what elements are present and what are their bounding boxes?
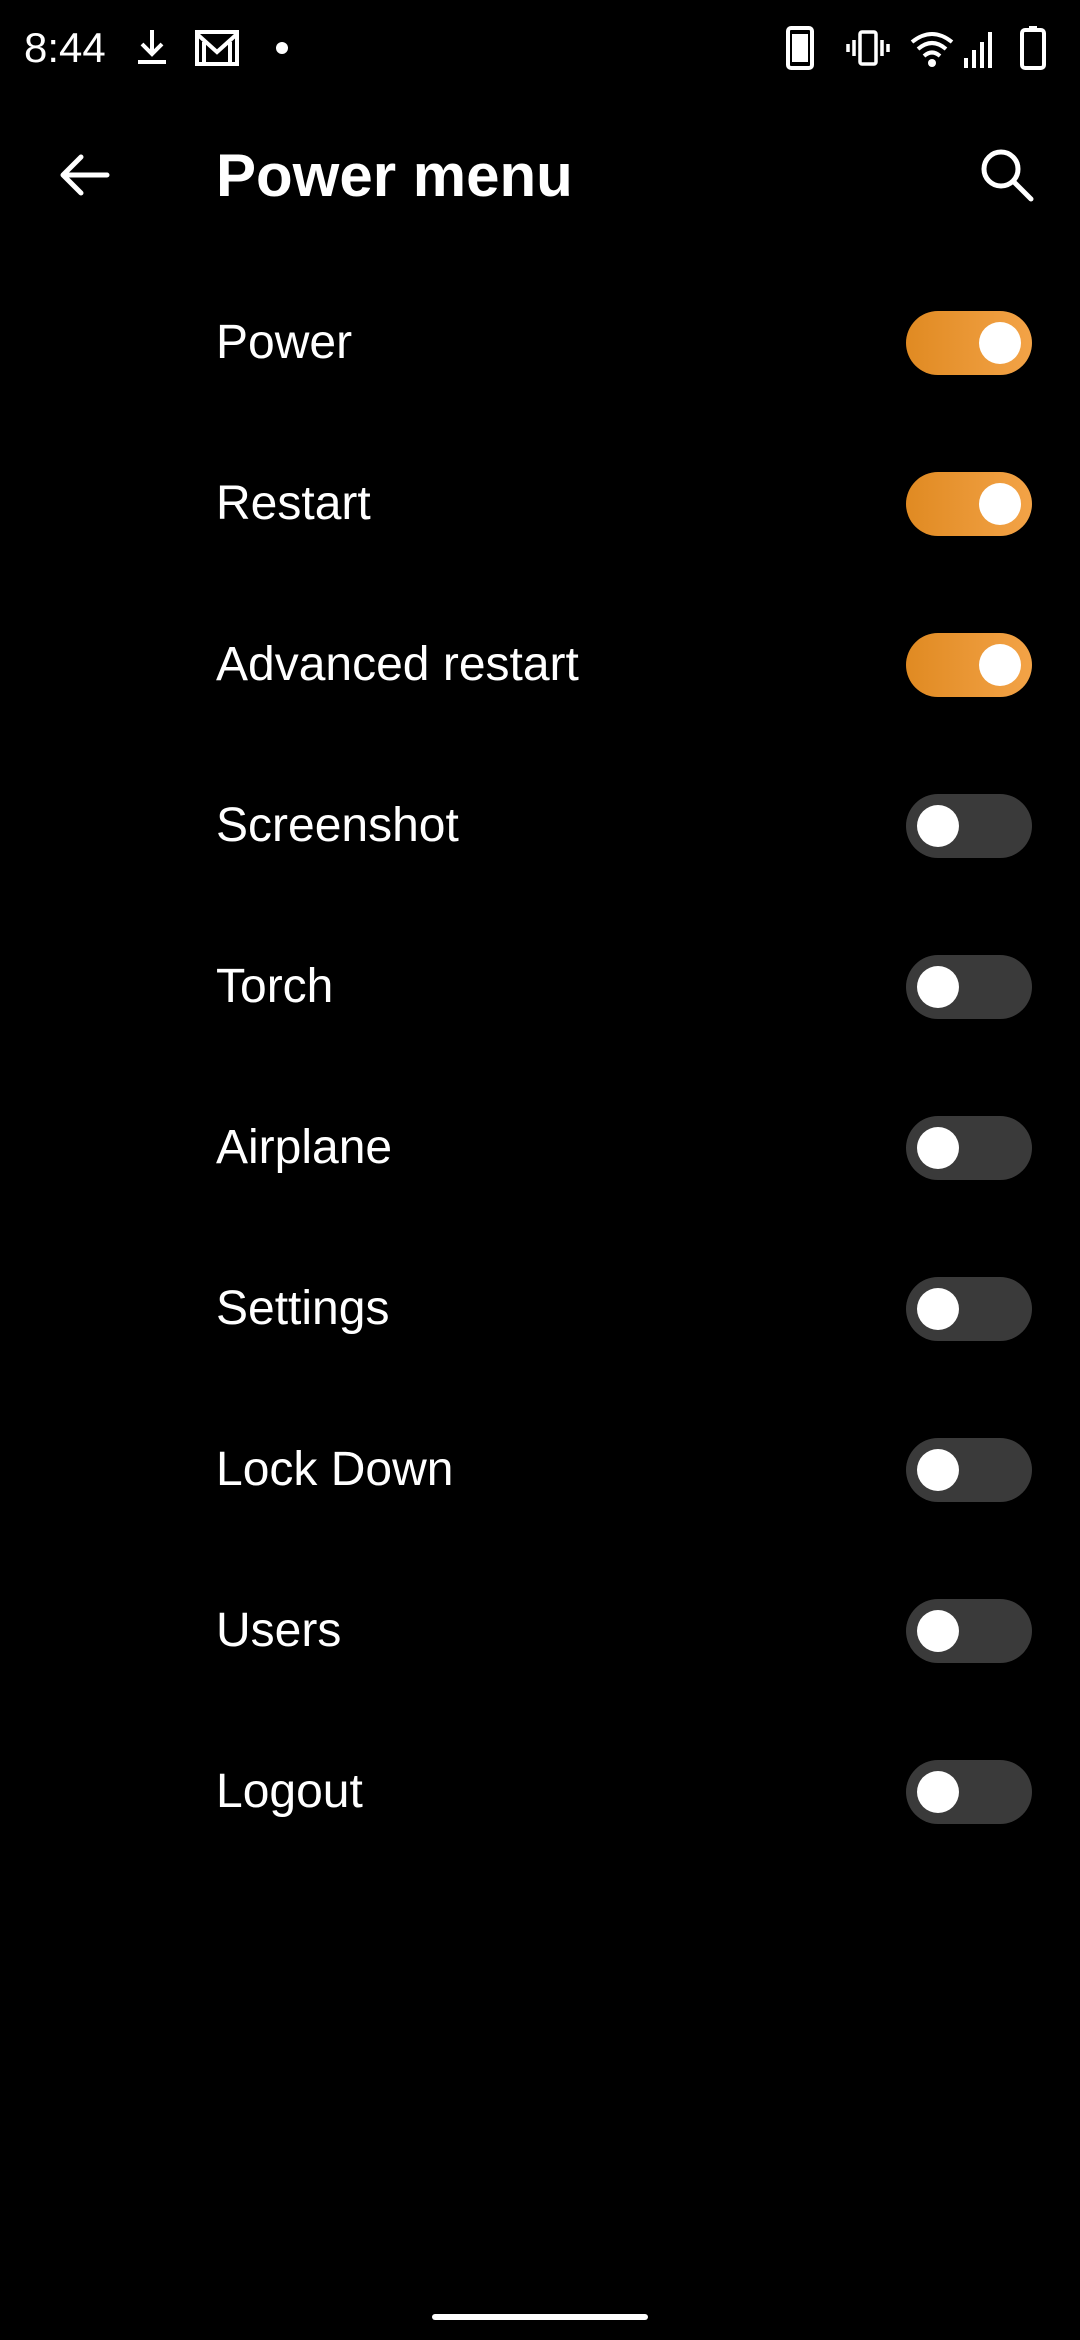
back-button[interactable] bbox=[40, 130, 130, 220]
list-item-label: Lock Down bbox=[216, 1442, 454, 1496]
toggle-thumb bbox=[917, 804, 959, 847]
status-bar: 8:44 bbox=[0, 0, 1080, 96]
logout-toggle[interactable] bbox=[906, 1759, 1032, 1824]
status-time: 8:44 bbox=[24, 24, 106, 71]
toggle-thumb bbox=[979, 643, 1021, 686]
list-item-label: Power bbox=[216, 315, 353, 369]
search-button[interactable] bbox=[962, 130, 1052, 220]
list-item-restart[interactable]: Restart bbox=[0, 423, 1080, 584]
list-item-label: Restart bbox=[216, 476, 371, 530]
list-item-label: Logout bbox=[216, 1764, 363, 1818]
toggle-thumb bbox=[917, 1448, 959, 1491]
list-item-users[interactable]: Users bbox=[0, 1550, 1080, 1711]
list-item-settings[interactable]: Settings bbox=[0, 1228, 1080, 1389]
toggle-thumb bbox=[979, 482, 1021, 525]
phone-icon bbox=[786, 26, 814, 70]
list-item-advanced-restart[interactable]: Advanced restart bbox=[0, 584, 1080, 745]
advanced-restart-toggle[interactable] bbox=[906, 632, 1032, 697]
signal-icon bbox=[964, 32, 992, 68]
list-item-power[interactable]: Power bbox=[0, 262, 1080, 423]
list-item-airplane[interactable]: Airplane bbox=[0, 1067, 1080, 1228]
list-item-label: Screenshot bbox=[216, 798, 459, 852]
list-item-label: Users bbox=[216, 1603, 342, 1657]
power-toggle[interactable] bbox=[906, 310, 1032, 375]
toggle-thumb bbox=[917, 1287, 959, 1330]
toggle-thumb bbox=[917, 1126, 959, 1169]
settings-toggle[interactable] bbox=[906, 1276, 1032, 1341]
download-icon bbox=[138, 30, 166, 64]
vibrate-icon bbox=[846, 30, 890, 66]
toggle-thumb bbox=[917, 965, 959, 1008]
battery-icon bbox=[1020, 26, 1046, 70]
restart-toggle[interactable] bbox=[906, 471, 1032, 536]
toggle-thumb bbox=[917, 1609, 959, 1652]
list-item-logout[interactable]: Logout bbox=[0, 1711, 1080, 1872]
list-item-label: Airplane bbox=[216, 1120, 393, 1174]
power-menu-list: Power Restart Advanced restart Screensho… bbox=[0, 262, 1080, 1872]
gmail-icon bbox=[195, 30, 239, 66]
search-icon bbox=[981, 149, 1034, 202]
list-item-lock-down[interactable]: Lock Down bbox=[0, 1389, 1080, 1550]
list-item-screenshot[interactable]: Screenshot bbox=[0, 745, 1080, 906]
list-item-torch[interactable]: Torch bbox=[0, 906, 1080, 1067]
airplane-toggle[interactable] bbox=[906, 1115, 1032, 1180]
list-item-label: Advanced restart bbox=[216, 637, 579, 691]
lock-down-toggle[interactable] bbox=[906, 1437, 1032, 1502]
page-title: Power menu bbox=[216, 142, 573, 209]
users-toggle[interactable] bbox=[906, 1598, 1032, 1663]
list-item-label: Settings bbox=[216, 1281, 390, 1335]
app-bar: Power menu bbox=[0, 96, 1080, 260]
list-item-label: Torch bbox=[216, 959, 334, 1013]
notification-dot-icon bbox=[276, 42, 288, 54]
home-indicator[interactable] bbox=[432, 2314, 648, 2320]
screenshot-toggle[interactable] bbox=[906, 793, 1032, 858]
toggle-thumb bbox=[979, 321, 1021, 364]
arrow-left-icon bbox=[60, 154, 110, 196]
wifi-icon bbox=[910, 32, 954, 67]
toggle-thumb bbox=[917, 1770, 959, 1813]
torch-toggle[interactable] bbox=[906, 954, 1032, 1019]
